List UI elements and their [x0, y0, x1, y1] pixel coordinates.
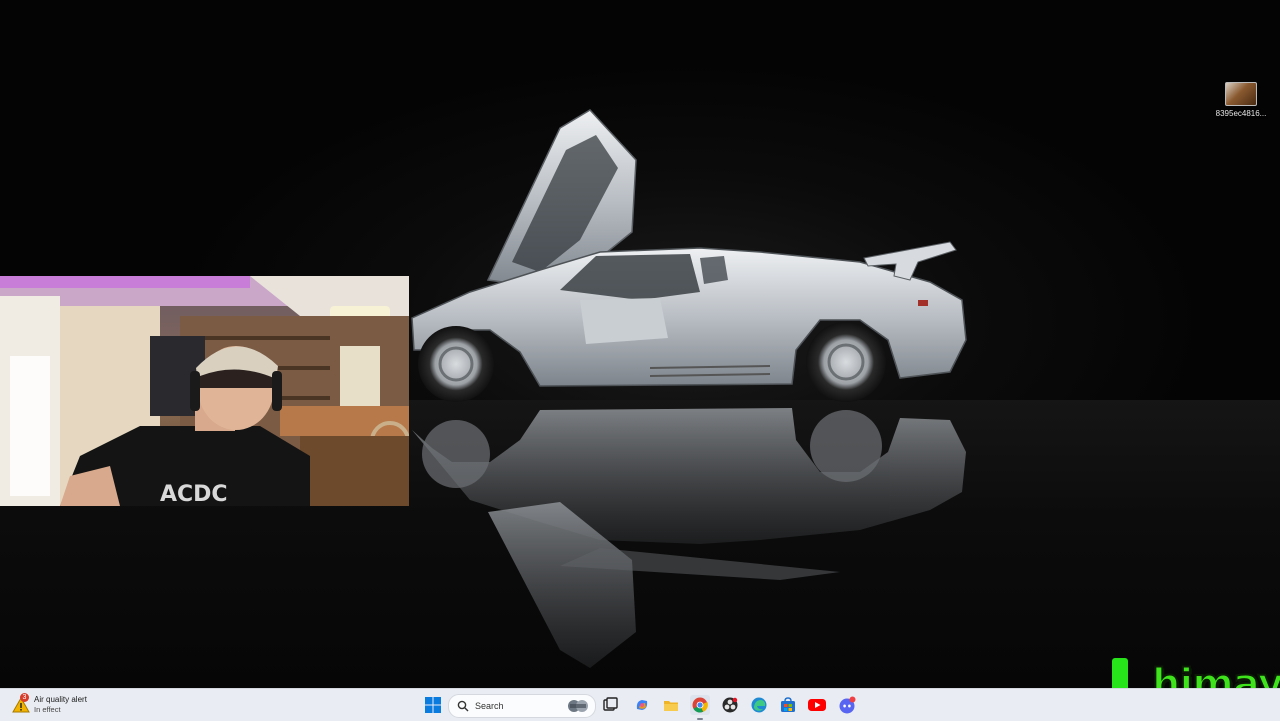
svg-text:ACDC: ACDC: [160, 482, 228, 506]
search-icon: [457, 700, 469, 712]
webcam-overlay: ACDC: [0, 276, 409, 506]
edge-icon[interactable]: [749, 695, 769, 715]
alert-badge: 3: [20, 693, 29, 702]
file-explorer-icon[interactable]: [661, 695, 681, 715]
store-icon[interactable]: [778, 695, 798, 715]
car-reflection: [412, 408, 966, 668]
weather-title: Air quality alert: [34, 695, 87, 704]
air-quality-icon: 3: [12, 693, 30, 714]
desktop-file-label: 8395ec4816...: [1215, 109, 1267, 118]
youtube-icon[interactable]: [807, 695, 827, 715]
car-body: [411, 109, 967, 402]
desktop-file-icon[interactable]: 8395ec4816...: [1212, 82, 1270, 118]
copilot-icon[interactable]: [632, 695, 652, 715]
taskbar-search[interactable]: Search: [448, 694, 596, 718]
taskbar: 3 Air quality alert In effect Search: [0, 688, 1280, 721]
chrome-icon[interactable]: [690, 695, 710, 715]
discord-icon[interactable]: [837, 695, 857, 715]
search-highlight-icon: [568, 700, 588, 712]
start-icon[interactable]: [423, 695, 443, 715]
weather-widget[interactable]: 3 Air quality alert In effect: [12, 693, 87, 717]
weather-subtitle: In effect: [34, 705, 61, 714]
obs-icon[interactable]: [720, 695, 740, 715]
task-view-icon[interactable]: [600, 695, 620, 715]
search-label: Search: [475, 701, 504, 711]
image-thumbnail-icon: [1225, 82, 1257, 106]
